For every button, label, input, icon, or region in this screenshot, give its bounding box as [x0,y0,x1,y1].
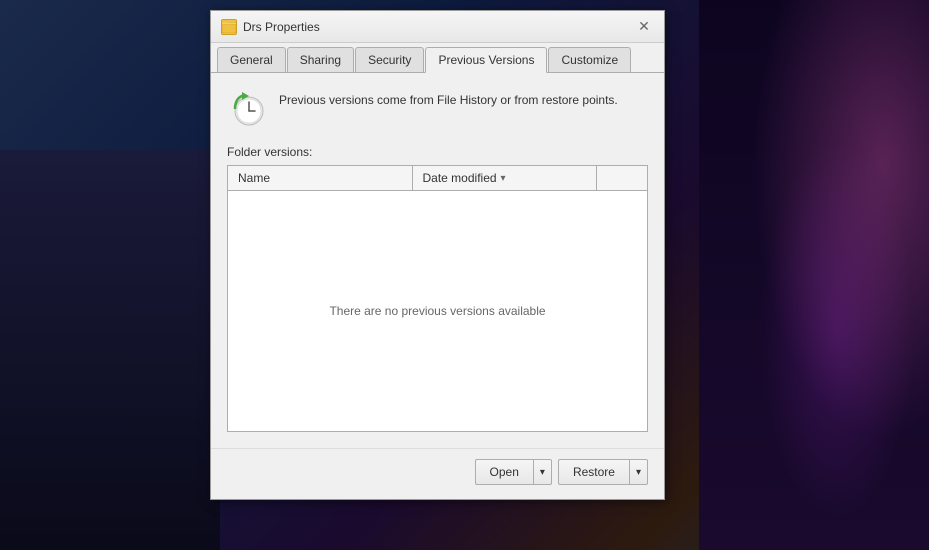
restore-button[interactable]: Restore [558,459,629,485]
table-header: Name Date modified ▾ [228,166,647,191]
close-button[interactable]: ✕ [634,17,654,37]
versions-table: Name Date modified ▾ There are no previo… [227,165,648,432]
restore-button-group: Restore ▾ [558,459,648,485]
folder-icon [221,19,237,35]
column-name-label: Name [238,171,270,185]
background-left [0,150,220,550]
tab-content: Previous versions come from File History… [211,73,664,448]
open-button[interactable]: Open [475,459,533,485]
tab-security[interactable]: Security [355,47,424,72]
background-right [699,0,929,550]
restore-dropdown-button[interactable]: ▾ [629,459,648,485]
tab-previous-versions[interactable]: Previous Versions [425,47,547,73]
sort-arrow-icon: ▾ [501,173,506,184]
column-name[interactable]: Name [228,166,413,190]
bottom-buttons: Open ▾ Restore ▾ [211,448,664,499]
tab-general[interactable]: General [217,47,286,72]
info-row: Previous versions come from File History… [227,89,648,129]
table-body: There are no previous versions available [228,191,647,431]
column-date-modified[interactable]: Date modified ▾ [413,166,598,190]
history-icon [227,89,267,129]
tab-bar: General Sharing Security Previous Versio… [211,43,664,73]
title-bar-left: Drs Properties [221,19,320,35]
tab-sharing[interactable]: Sharing [287,47,354,72]
dialog-window: Drs Properties ✕ General Sharing Securit… [210,10,665,500]
column-extra [597,166,647,190]
empty-message: There are no previous versions available [329,304,545,318]
tab-customize[interactable]: Customize [548,47,631,72]
title-bar: Drs Properties ✕ [211,11,664,43]
column-date-label: Date modified [423,171,497,185]
open-button-group: Open ▾ [475,459,552,485]
folder-versions-label: Folder versions: [227,145,648,159]
info-text: Previous versions come from File History… [279,89,618,109]
open-dropdown-button[interactable]: ▾ [533,459,552,485]
dialog-title: Drs Properties [243,20,320,34]
